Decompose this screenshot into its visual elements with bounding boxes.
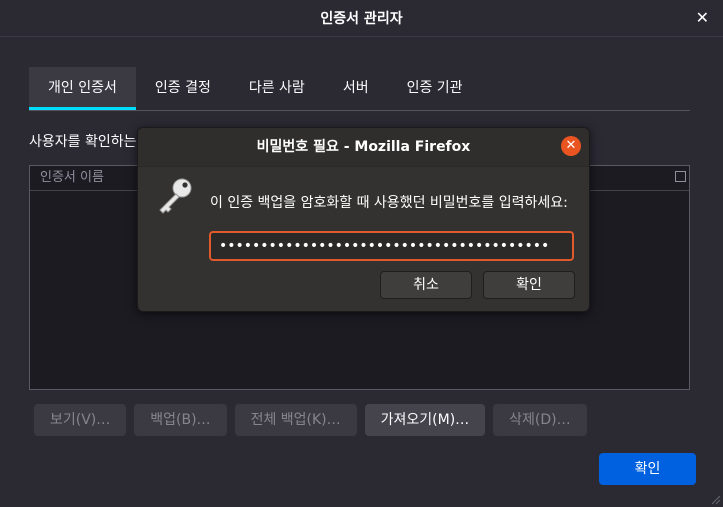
tab-description: 사용자를 확인하는 — [29, 134, 137, 150]
backup-button[interactable]: 백업(B)… — [134, 404, 227, 436]
password-prompt: 이 인증 백업을 암호화할 때 사용했던 비밀번호를 입력하세요: — [210, 195, 568, 211]
dialog-title: 비밀번호 필요 - Mozilla Firefox — [138, 128, 589, 167]
certificate-action-buttons: 보기(V)… 백업(B)… 전체 백업(K)… 가져오기(M)… 삭제(D)… — [34, 404, 587, 436]
tab-people[interactable]: 다른 사람 — [230, 67, 324, 110]
column-header-certificate-name[interactable]: 인증서 이름 — [40, 170, 104, 185]
key-icon — [159, 178, 192, 214]
password-input[interactable] — [209, 231, 574, 261]
backup-all-button[interactable]: 전체 백업(K)… — [234, 404, 357, 436]
tab-servers[interactable]: 서버 — [324, 67, 388, 110]
window-title: 인증서 관리자 — [320, 11, 403, 27]
resize-grip-icon[interactable] — [709, 493, 721, 505]
ok-button[interactable]: 확인 — [599, 453, 696, 485]
close-icon[interactable]: ✕ — [696, 8, 709, 27]
view-button[interactable]: 보기(V)… — [34, 404, 127, 436]
tab-bar: 개인 인증서 인증 결정 다른 사람 서버 인증 기관 — [29, 67, 690, 111]
delete-button[interactable]: 삭제(D)… — [493, 404, 587, 436]
import-button[interactable]: 가져오기(M)… — [364, 404, 486, 436]
dialog-close-icon[interactable]: ✕ — [561, 136, 581, 156]
dialog-ok-button[interactable]: 확인 — [483, 271, 575, 299]
cancel-button[interactable]: 취소 — [380, 271, 472, 299]
password-dialog: 비밀번호 필요 - Mozilla Firefox ✕ 이 인증 백업을 암호화… — [137, 127, 590, 312]
tab-authorities[interactable]: 인증 기관 — [388, 67, 482, 110]
tab-authentication-decisions[interactable]: 인증 결정 — [136, 67, 230, 110]
column-picker-icon[interactable] — [675, 171, 686, 182]
title-bar: 인증서 관리자 ✕ — [0, 0, 723, 37]
tab-personal-certificates[interactable]: 개인 인증서 — [29, 67, 136, 110]
